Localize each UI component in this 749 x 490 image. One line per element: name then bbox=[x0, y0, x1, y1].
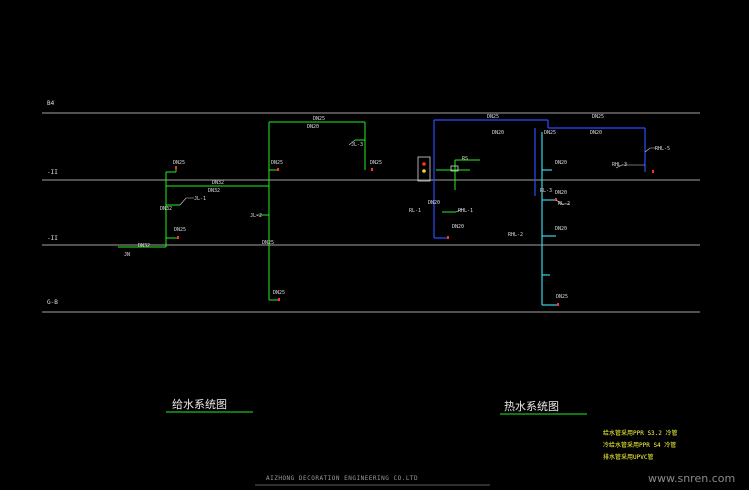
spec-note: 冷给水管采用PPR S4 冷管 bbox=[603, 442, 677, 449]
hot-size-label: DN20 bbox=[555, 160, 568, 166]
hot-size-label: DN25 bbox=[487, 114, 500, 120]
spec-note: 给水管采用PPR S3.2 冷管 bbox=[603, 430, 678, 437]
hot-size-label: DN20 bbox=[555, 226, 568, 232]
hot-riser-label: RL-2 bbox=[558, 201, 571, 207]
hot-size-label: DN20 bbox=[492, 130, 505, 136]
hot-size-label: DN20 bbox=[555, 190, 568, 196]
supply-size-label: DN25 bbox=[370, 160, 383, 166]
hot-size-label: DN25 bbox=[592, 114, 605, 120]
hot-riser-label: RHL-1 bbox=[458, 208, 474, 214]
supply-size-label: DN25 bbox=[174, 227, 187, 233]
hot-size-label: DN25 bbox=[556, 294, 569, 300]
hot-size-label: DN25 bbox=[544, 130, 557, 136]
supply-pipes bbox=[118, 121, 366, 301]
hot-system-title: 热水系统图 bbox=[504, 400, 559, 413]
supply-system-title: 给水系统图 bbox=[172, 398, 227, 411]
company-footer: AIZHONG DECORATION ENGINEERING CO.LTD bbox=[266, 475, 419, 482]
hot-size-label: DN20 bbox=[452, 224, 465, 230]
supply-size-label: DN32 bbox=[138, 243, 151, 249]
hot-size-label: DN20 bbox=[428, 200, 441, 206]
supply-size-label: DN25 bbox=[173, 160, 186, 166]
supply-riser-label: JL-2 bbox=[250, 213, 263, 219]
drawing-canvas bbox=[42, 112, 700, 486]
supply-size-label: DN25 bbox=[262, 240, 275, 246]
supply-size-label: DN32 bbox=[212, 180, 225, 186]
heater-box bbox=[417, 156, 459, 182]
supply-size-label: DN25 bbox=[273, 290, 286, 296]
supply-tag-label: JN bbox=[124, 252, 131, 258]
hot-riser-label: RL-1 bbox=[409, 208, 422, 214]
hot-riser-label: RL-3 bbox=[540, 188, 553, 194]
hot-tag-label: RS bbox=[462, 156, 469, 162]
spec-note: 排水管采用UPVC管 bbox=[603, 454, 654, 461]
hot-pipes-blue bbox=[433, 119, 646, 239]
supply-size-label: DN20 bbox=[307, 124, 320, 130]
supply-riser-label: JL-1 bbox=[194, 196, 207, 202]
floor-label-4: G-B bbox=[47, 299, 58, 306]
watermark: www.snren.com bbox=[648, 472, 736, 485]
hot-riser-label: RHL-3 bbox=[612, 162, 628, 168]
hot-riser-label: RHL-5 bbox=[655, 146, 671, 152]
supply-riser-label: JL-3 bbox=[351, 142, 364, 148]
floor-label-2: -II bbox=[47, 169, 58, 176]
hot-pipes-cyan bbox=[541, 132, 558, 306]
hot-size-label: DN20 bbox=[590, 130, 603, 136]
hot-riser-label: RHL-2 bbox=[508, 232, 524, 238]
supply-size-label: DN32 bbox=[160, 206, 173, 212]
supply-size-label: DN32 bbox=[208, 188, 221, 194]
floor-label-1: B4 bbox=[47, 100, 55, 107]
supply-size-label: DN25 bbox=[313, 116, 326, 122]
floor-label-3: -II bbox=[47, 235, 58, 242]
supply-size-label: DN25 bbox=[271, 160, 284, 166]
